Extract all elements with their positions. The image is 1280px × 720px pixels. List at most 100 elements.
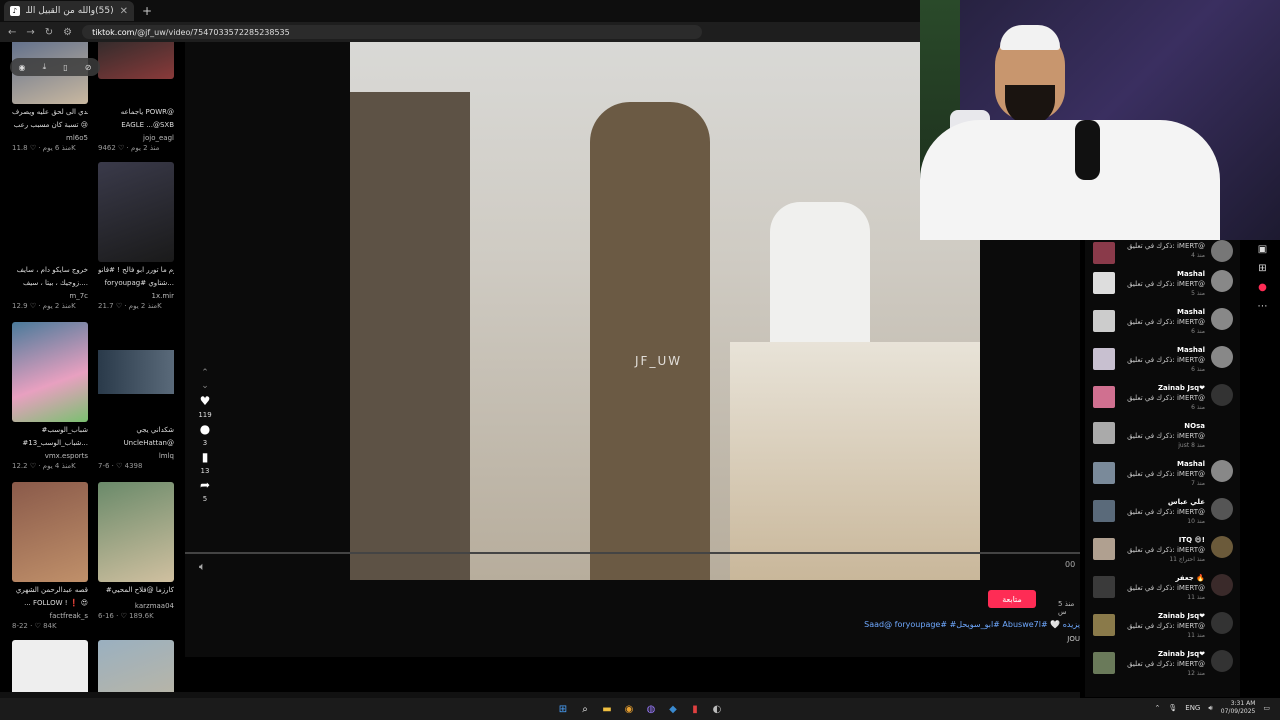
avatar[interactable] [1211,650,1233,672]
video-player[interactable]: JF_UW [350,42,980,580]
card-user[interactable]: factfreak_s [12,611,88,621]
grid-card[interactable]: قصه عبدالرحمن الشهري ... FOLLOW ! ❗ 😍 fa… [12,482,88,631]
video-thumbnail[interactable] [12,322,88,422]
volume-icon[interactable]: 🔊︎ [1208,704,1212,713]
card-user[interactable]: lmlq [98,451,174,461]
video-thumbnail[interactable] [1093,386,1115,408]
video-thumbnail[interactable] [1093,500,1115,522]
video-thumbnail[interactable] [1093,242,1115,264]
video-thumbnail[interactable] [1093,652,1115,674]
mic-icon[interactable]: 🎙︎ [1168,704,1177,712]
video-hashtags[interactable]: Saad@ foryoupage# #ابو_سويحل# Abuswe7l# … [864,620,1080,629]
avatar[interactable] [1211,240,1233,262]
video-thumbnail[interactable] [1093,462,1115,484]
share-icon[interactable]: ➦ [200,478,210,492]
heart-icon[interactable]: ♥ [200,394,211,408]
notification-item[interactable]: Zainab Jsq❤ ذكرك في تعليق: iMERT@ 6 منذ [1090,384,1235,420]
video-thumbnail[interactable] [98,482,174,582]
video-thumbnail[interactable] [1093,614,1115,636]
chevron-down-icon[interactable]: ⌄ [201,381,209,391]
bookmark-icon[interactable]: ▮ [202,450,209,464]
app-icon[interactable]: ▮ [687,701,703,717]
browser-tab[interactable]: ♪ (55)والله من القبيل الله يزيده🤍 ..... … [4,1,134,21]
notification-item[interactable]: Zainab Jsq❤ ذكرك في تعليق: iMERT@ 12 منذ [1090,650,1235,686]
share-icon[interactable]: ⊘ [85,63,92,72]
card-user[interactable]: ml6o5 [12,133,88,143]
grid-card[interactable]: شكداني يجي UncleHattan@ lmlq 7-6 · ♡ 439… [98,322,174,471]
notification-item[interactable]: جعفر 🔥 ذكرك في تعليق: iMERT@ 11 منذ [1090,574,1235,610]
steam-icon[interactable]: ◐ [709,701,725,717]
card-user[interactable]: 1x.mir [98,291,174,301]
discord-icon[interactable]: ◍ [643,701,659,717]
new-tab-button[interactable]: + [142,4,152,18]
notification-item[interactable]: Mashal ذكرك في تعليق: iMERT@ 6 منذ [1090,346,1235,382]
comment-icon[interactable]: ● [200,422,210,436]
notification-item[interactable]: NOsa ذكرك في تعليق: iMERT@ just 8 منذ [1090,422,1235,458]
notification-item[interactable]: ITQ 😄! ذكرك في تعليق: iMERT@ 11 منذ احتر… [1090,536,1235,572]
notification-item[interactable]: Mashal ذكرك في تعليق: iMERT@ 5 منذ [1090,270,1235,306]
avatar[interactable] [1211,384,1233,406]
chevron-up-icon[interactable]: ⌃ [1155,704,1161,712]
grid-card[interactable]: #كارزما @فلاح المحيي karzmaa04 6-16 · ♡ … [98,482,174,621]
video-thumbnail[interactable] [12,162,88,262]
notification-item[interactable]: Mashal ذكرك في تعليق: iMERT@ 6 منذ [1090,308,1235,344]
notification-item[interactable]: Mashal ذكرك في تعليق: iMERT@ 7 منذ [1090,460,1235,496]
grid-card[interactable] [12,640,88,697]
search-icon[interactable]: ⌕ [577,701,593,717]
download-icon[interactable]: ⤓ [43,62,47,72]
video-thumbnail[interactable] [1093,272,1115,294]
chrome-icon[interactable]: ◉ [621,701,637,717]
avatar[interactable] [1211,308,1233,330]
avatar[interactable] [1211,270,1233,292]
avatar[interactable] [1211,536,1233,558]
profile-icon[interactable]: ● [1258,282,1267,293]
more-icon[interactable]: ⋯ [1258,301,1268,312]
avatar[interactable] [1211,498,1233,520]
video-thumbnail[interactable] [1093,538,1115,560]
sound-label[interactable]: JOU [1067,635,1080,643]
inbox-icon[interactable]: ▣ [1258,244,1267,255]
reload-icon[interactable]: ↻ [45,27,53,38]
avatar[interactable] [1211,460,1233,482]
avatar[interactable] [1211,612,1233,634]
video-thumbnail[interactable] [1093,348,1115,370]
upload-icon[interactable]: ⊞ [1258,263,1266,274]
grid-card[interactable]: #شباب_الوسب #شباب_الوسب_13... vmx.esport… [12,322,88,471]
avatar[interactable] [1211,574,1233,596]
video-thumbnail[interactable] [1093,576,1115,598]
card-user[interactable]: vmx.esports [12,451,88,461]
notification-icon[interactable]: ▭ [1263,704,1270,712]
copy-icon[interactable]: ▯ [63,63,67,72]
file-explorer-icon[interactable]: ▬ [599,701,615,717]
video-thumbnail[interactable] [12,640,88,697]
app-icon[interactable]: ◆ [665,701,681,717]
video-thumbnail[interactable] [98,640,174,697]
card-user[interactable]: karzmaa04 [98,601,174,611]
card-user[interactable]: jojo_eagl [98,133,174,143]
avatar-icon[interactable]: ◉ [19,63,26,72]
chevron-up-icon[interactable]: ⌃ [201,368,209,378]
forward-icon[interactable]: → [26,27,34,38]
video-thumbnail[interactable] [98,42,174,79]
grid-card[interactable]: توم ما تورر ابو فالح ! #فانو foryoupag# … [98,162,174,311]
video-thumbnail[interactable] [12,482,88,582]
volume-icon[interactable]: 🔈︎ [199,560,206,574]
windows-start-icon[interactable]: ⊞ [555,701,571,717]
progress-bar[interactable] [185,552,1080,554]
url-field[interactable]: tiktok.com /@jf_uw/video/754703357228523… [82,25,703,39]
card-user[interactable]: m_7c [12,291,88,301]
clock[interactable]: 3:31 AM 07/09/2025 [1221,700,1256,716]
language-indicator[interactable]: ENG [1185,704,1200,712]
site-info-icon[interactable]: ⚙ [63,27,72,38]
video-thumbnail[interactable] [1093,422,1115,444]
notification-item[interactable]: علي عباس ذكرك في تعليق: iMERT@ 10 منذ [1090,498,1235,534]
notification-item[interactable]: Zainab Jsq❤ ذكرك في تعليق: iMERT@ 11 منذ [1090,612,1235,648]
grid-card[interactable]: ياجماعه POWR@ EAGLE ...@SXB jojo_eagl من… [98,42,174,153]
avatar[interactable] [1211,346,1233,368]
close-tab-icon[interactable]: ✕ [120,6,128,17]
grid-card[interactable]: خروج سايكو دام ، سايف زوجيك ، بيتا ، سيف… [12,162,88,311]
grid-card[interactable] [98,640,174,697]
back-icon[interactable]: ← [8,27,16,38]
follow-button[interactable]: متابعة [988,590,1036,608]
video-thumbnail[interactable] [1093,310,1115,332]
